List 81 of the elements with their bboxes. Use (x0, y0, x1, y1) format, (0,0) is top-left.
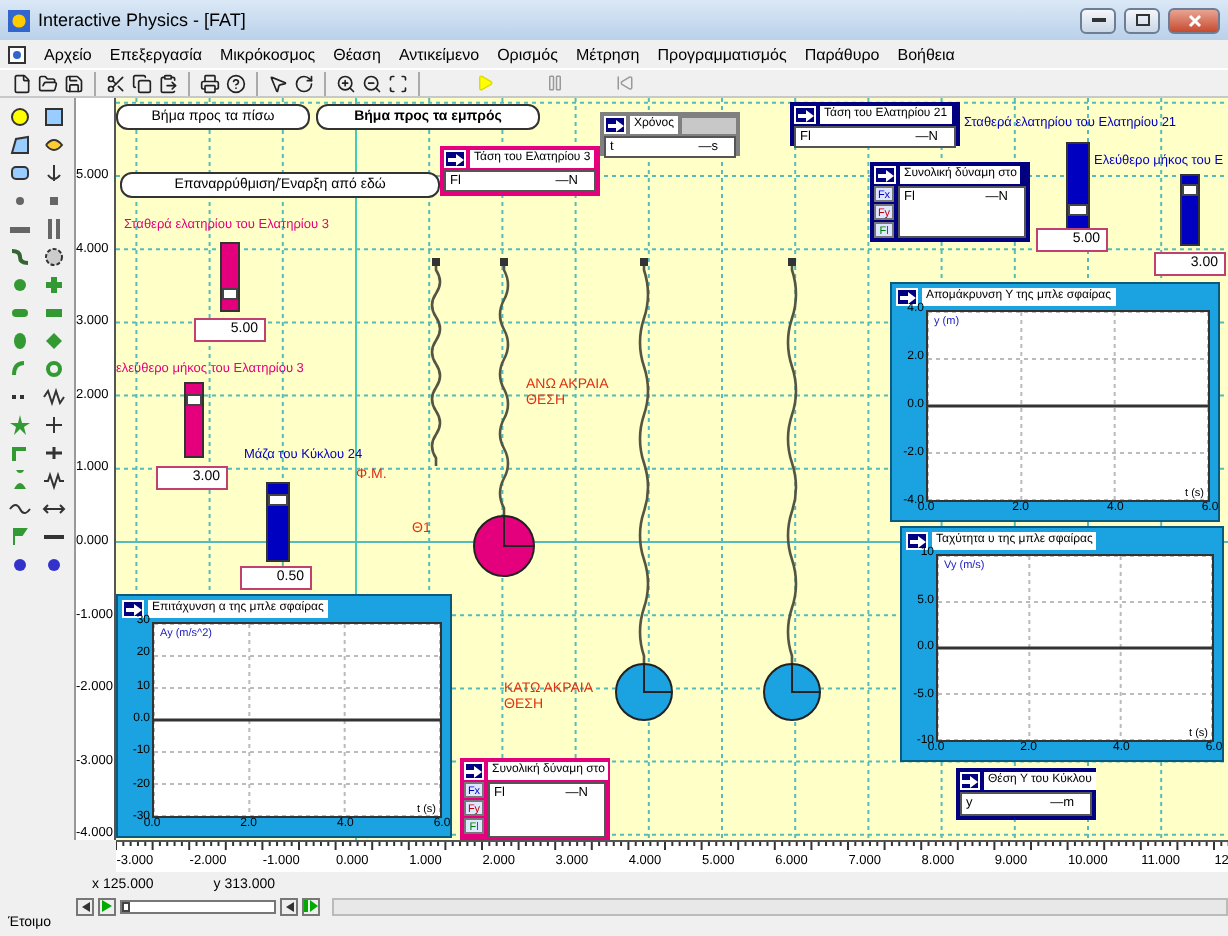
maximize-button[interactable] (1124, 7, 1160, 33)
slider-thumb[interactable] (222, 287, 238, 300)
gear-icon[interactable] (39, 246, 67, 268)
arrow-icon (962, 775, 978, 787)
slider-track[interactable] (266, 482, 290, 562)
scrollbar[interactable] (332, 897, 1228, 915)
tape-slider[interactable] (120, 899, 276, 913)
slider-thumb[interactable] (268, 493, 288, 506)
circle-icon[interactable] (6, 106, 34, 128)
arrow-button[interactable] (122, 600, 144, 618)
help-icon[interactable] (226, 73, 246, 93)
slider-thumb[interactable] (1182, 184, 1198, 197)
menu-item[interactable]: Παράθυρο (804, 45, 880, 63)
step-icon (304, 900, 318, 912)
square-icon[interactable] (39, 106, 67, 128)
cut-icon[interactable] (106, 73, 126, 93)
maximize-icon (1135, 14, 1149, 26)
arrow-icon (797, 109, 813, 121)
menu-item[interactable]: Προγραμματισμός (657, 45, 787, 63)
slider-thumb[interactable] (186, 393, 202, 405)
spring-icon[interactable] (39, 470, 67, 492)
zoom-out-icon[interactable] (362, 73, 382, 93)
menu-item[interactable]: Αντικείμενο (398, 45, 480, 63)
left-arrow-icon (81, 901, 89, 911)
arrow-button[interactable] (960, 772, 980, 790)
arrow-icon (466, 765, 482, 777)
minimize-icon (1091, 17, 1105, 23)
menu-item[interactable]: Μέτρηση (575, 45, 640, 63)
arrow-button[interactable] (464, 762, 484, 780)
copy-icon[interactable] (132, 73, 152, 93)
rotate-icon[interactable] (294, 73, 314, 93)
document-icon (8, 45, 26, 63)
slider-track[interactable] (1066, 142, 1090, 232)
scroll-left-button[interactable] (76, 897, 94, 915)
arrow-button[interactable] (794, 106, 816, 124)
menu-item[interactable]: Θέαση (333, 45, 381, 63)
arrow-button[interactable] (604, 116, 626, 134)
folder-icon[interactable] (38, 73, 58, 93)
zoom-in-icon[interactable] (336, 73, 356, 93)
slider-track[interactable] (1180, 174, 1200, 246)
close-button[interactable] (1168, 7, 1220, 33)
app-icon (8, 9, 30, 31)
tape-thumb[interactable] (122, 901, 130, 911)
minimize-button[interactable] (1080, 7, 1116, 33)
new-file-icon[interactable] (12, 73, 32, 93)
play-button[interactable] (98, 897, 116, 915)
polygon-icon[interactable] (6, 134, 34, 156)
print-icon[interactable] (200, 73, 220, 93)
arrow-button[interactable] (896, 288, 918, 306)
menu-item[interactable]: Επεξεργασία (109, 45, 202, 63)
play-icon (102, 900, 112, 912)
menu-item[interactable]: Ορισμός (497, 45, 558, 63)
menu-item[interactable]: Μικρόκοσμος (219, 45, 316, 63)
window-title: Interactive Physics - [FAT] (38, 10, 248, 30)
slider-thumb[interactable] (1068, 203, 1088, 216)
fit-icon[interactable] (388, 73, 408, 93)
menu-item[interactable]: Αρχείο (44, 45, 92, 63)
rectangle-icon[interactable] (6, 162, 34, 184)
scroll-left-button[interactable] (280, 897, 298, 915)
wave-icon[interactable] (39, 386, 67, 408)
rope-icon[interactable] (6, 246, 34, 268)
arrow-icon (447, 153, 463, 165)
left-arrow-icon (285, 901, 293, 911)
arrow-icon (125, 603, 141, 615)
arrow-icon (877, 169, 893, 181)
arrow-icon (607, 119, 623, 131)
paste-icon[interactable] (158, 73, 178, 93)
menu-item[interactable]: Βοήθεια (897, 45, 955, 63)
save-icon[interactable] (64, 73, 84, 93)
slider-track[interactable] (220, 242, 240, 312)
pointer-icon[interactable] (268, 73, 288, 93)
arrow-button[interactable] (906, 532, 928, 550)
close-icon (1187, 13, 1201, 27)
arrow-button[interactable] (874, 166, 896, 184)
step-button[interactable] (302, 897, 320, 915)
star-icon[interactable] (6, 414, 34, 436)
arrow-icon (909, 535, 925, 547)
slider-track[interactable] (184, 382, 204, 458)
meter-field (681, 117, 736, 133)
arrow-icon (899, 291, 915, 303)
arrow-button[interactable] (444, 150, 466, 168)
